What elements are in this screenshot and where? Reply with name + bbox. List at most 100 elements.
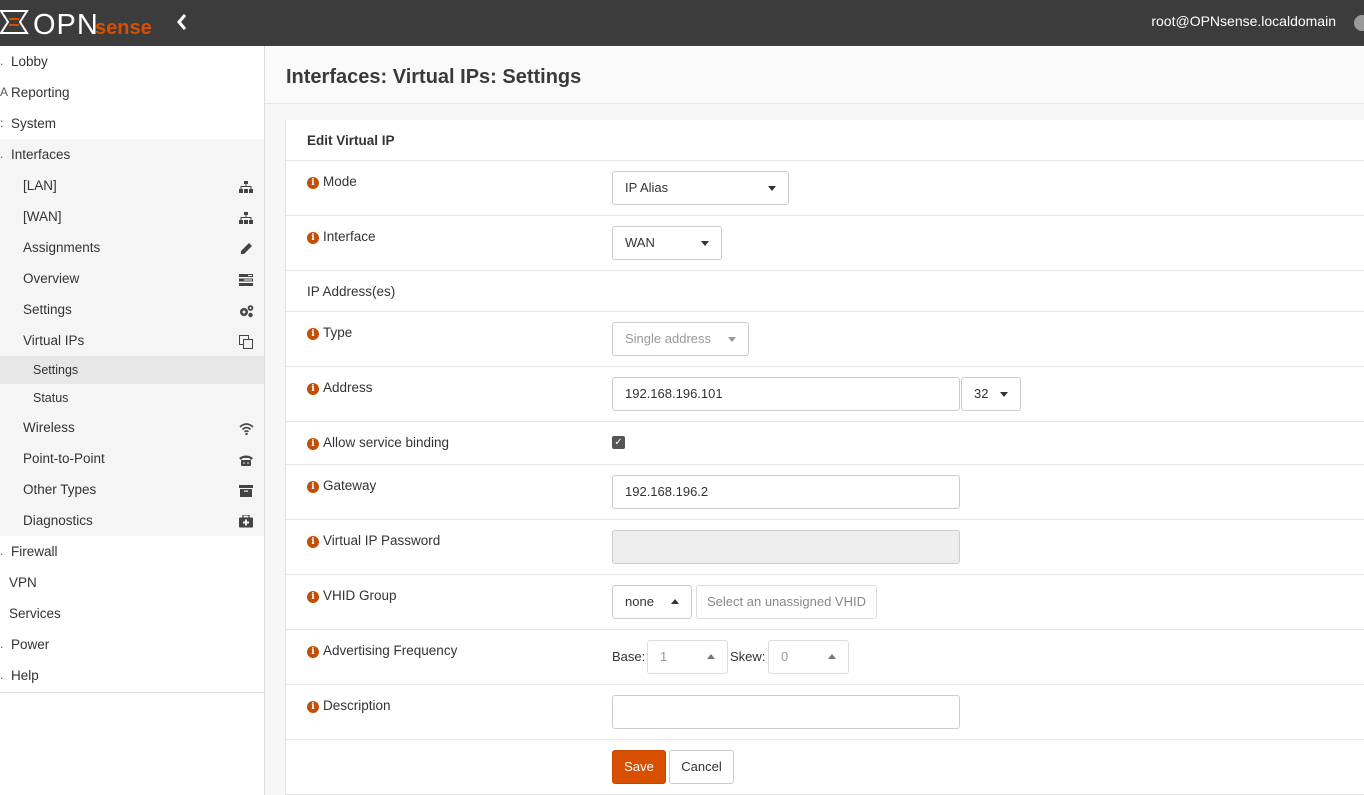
- interface-select[interactable]: WAN: [612, 226, 722, 260]
- sidebar-item-virtual-ips[interactable]: Virtual IPs: [0, 325, 264, 356]
- gateway-input[interactable]: 192.168.196.2: [612, 475, 960, 509]
- sidebar-item-label: Status: [33, 391, 69, 405]
- row-type: i Type Single address: [286, 312, 1364, 367]
- sidebar-item-label: Lobby: [11, 54, 48, 69]
- type-value: Single address: [625, 331, 711, 346]
- clone-icon: [238, 325, 254, 356]
- mode-value: IP Alias: [625, 180, 669, 195]
- cancel-button[interactable]: Cancel: [669, 750, 734, 784]
- address-input[interactable]: 192.168.196.101: [612, 377, 960, 411]
- save-button[interactable]: Save: [612, 750, 666, 784]
- sidebar-item-label: Assignments: [23, 240, 101, 255]
- collapse-sidebar-chevron-icon[interactable]: [172, 12, 192, 34]
- user-menu[interactable]: root@OPNsense.localdomain: [1151, 13, 1336, 29]
- sidebar-item-power[interactable]: . Power: [0, 629, 264, 660]
- sidebar-item-overview[interactable]: Overview: [0, 263, 264, 294]
- row-actions: Save Cancel: [286, 740, 1364, 795]
- bullet-icon: .: [0, 54, 4, 68]
- type-label-text: Type: [323, 325, 353, 340]
- sidebar-item-lan[interactable]: [LAN]: [0, 170, 264, 201]
- sidebar-item-assignments[interactable]: Assignments: [0, 232, 264, 263]
- info-icon[interactable]: i: [307, 701, 319, 713]
- opnsense-logo[interactable]: OPN sense: [0, 5, 155, 41]
- vhid-select[interactable]: none: [612, 585, 692, 619]
- sidebar-item-label: Firewall: [11, 544, 58, 559]
- svg-text:sense: sense: [95, 17, 152, 39]
- password-label: i Virtual IP Password: [307, 533, 440, 548]
- sidebar-item-lobby[interactable]: . Lobby: [0, 46, 264, 77]
- sidebar-item-wan[interactable]: [WAN]: [0, 201, 264, 232]
- info-icon[interactable]: i: [307, 438, 319, 450]
- info-icon[interactable]: i: [307, 328, 319, 340]
- sidebar-item-point-to-point[interactable]: Point-to-Point: [0, 443, 264, 474]
- info-icon[interactable]: i: [307, 591, 319, 603]
- row-description: i Description: [286, 685, 1364, 740]
- interface-label-text: Interface: [323, 229, 376, 244]
- row-interface: i Interface WAN: [286, 216, 1364, 271]
- select-unassigned-vhid-button[interactable]: Select an unassigned VHID: [696, 585, 877, 619]
- sidebar-item-services[interactable]: Services: [0, 598, 264, 629]
- bullet-icon: .: [0, 544, 4, 558]
- sidebar-item-label: Diagnostics: [23, 513, 93, 528]
- skew-spinner[interactable]: 0: [768, 640, 849, 674]
- bullet-icon: .: [0, 637, 4, 651]
- info-icon[interactable]: i: [307, 646, 319, 658]
- cogs-icon: [238, 294, 254, 325]
- sidebar-item-interfaces[interactable]: . Interfaces: [0, 139, 264, 170]
- info-icon[interactable]: i: [307, 383, 319, 395]
- sidebar-item-label: [LAN]: [23, 178, 57, 193]
- sidebar-item-reporting[interactable]: A Reporting: [0, 77, 264, 108]
- mode-select[interactable]: IP Alias: [612, 171, 789, 205]
- skew-label: Skew:: [730, 649, 766, 664]
- bullet-icon: :: [0, 116, 4, 130]
- description-input[interactable]: [612, 695, 960, 729]
- sidebar-item-other-types[interactable]: Other Types: [0, 474, 264, 505]
- form-section-header: Edit Virtual IP: [286, 120, 1364, 161]
- caret-up-icon: [707, 654, 715, 659]
- sidebar-item-system[interactable]: : System: [0, 108, 264, 139]
- sidebar-item-settings[interactable]: Settings: [0, 294, 264, 325]
- sidebar-item-label: Interfaces: [11, 147, 71, 162]
- sidebar-item-label: Overview: [23, 271, 80, 286]
- caret-down-icon: [768, 186, 776, 191]
- vhid-value: none: [625, 594, 654, 609]
- advfreq-label-text: Advertising Frequency: [323, 643, 458, 658]
- sidebar-item-label: Settings: [33, 363, 79, 377]
- binding-label: i Allow service binding: [307, 435, 449, 450]
- sidebar-divider: [0, 692, 264, 693]
- sidebar-item-diagnostics[interactable]: Diagnostics: [0, 505, 264, 536]
- vhid-label: i VHID Group: [307, 588, 397, 603]
- vip-password-input: [612, 530, 960, 564]
- sidebar-item-vip-settings[interactable]: Settings: [0, 356, 264, 384]
- cidr-select[interactable]: 32: [961, 377, 1021, 411]
- info-icon[interactable]: i: [307, 232, 319, 244]
- sidebar-item-vpn[interactable]: VPN: [0, 567, 264, 598]
- sidebar-item-label: [WAN]: [23, 209, 62, 224]
- info-icon[interactable]: i: [307, 177, 319, 189]
- sidebar-item-label: Services: [9, 606, 61, 621]
- info-icon[interactable]: i: [307, 481, 319, 493]
- ip-section-label: IP Address(es): [307, 284, 396, 299]
- mode-label-text: Mode: [323, 174, 357, 189]
- search-toggle-icon[interactable]: [1354, 15, 1364, 31]
- sidebar-item-firewall[interactable]: . Firewall: [0, 536, 264, 567]
- caret-up-icon: [671, 599, 679, 604]
- medkit-icon: [238, 505, 254, 536]
- sidebar: . Lobby A Reporting : System . Interfaces [L…: [0, 46, 265, 795]
- tasks-icon: [238, 263, 254, 294]
- base-spinner[interactable]: 1: [647, 640, 728, 674]
- wifi-icon: [238, 412, 254, 443]
- sidebar-item-wireless[interactable]: Wireless: [0, 412, 264, 443]
- main-content: Interfaces: Virtual IPs: Settings Edit V…: [265, 46, 1364, 795]
- info-icon[interactable]: i: [307, 536, 319, 548]
- row-ip-section: IP Address(es): [286, 271, 1364, 312]
- sidebar-item-vip-status[interactable]: Status: [0, 384, 264, 412]
- sidebar-item-label: Power: [11, 637, 50, 652]
- phone-icon: [238, 443, 254, 474]
- top-navbar: OPN sense root@OPNsense.localdomain: [0, 0, 1364, 46]
- skew-value: 0: [781, 649, 789, 664]
- type-select: Single address: [612, 322, 749, 356]
- caret-down-icon: [701, 241, 709, 246]
- sidebar-item-help[interactable]: . Help: [0, 660, 264, 691]
- service-binding-checkbox[interactable]: ✓: [612, 436, 625, 449]
